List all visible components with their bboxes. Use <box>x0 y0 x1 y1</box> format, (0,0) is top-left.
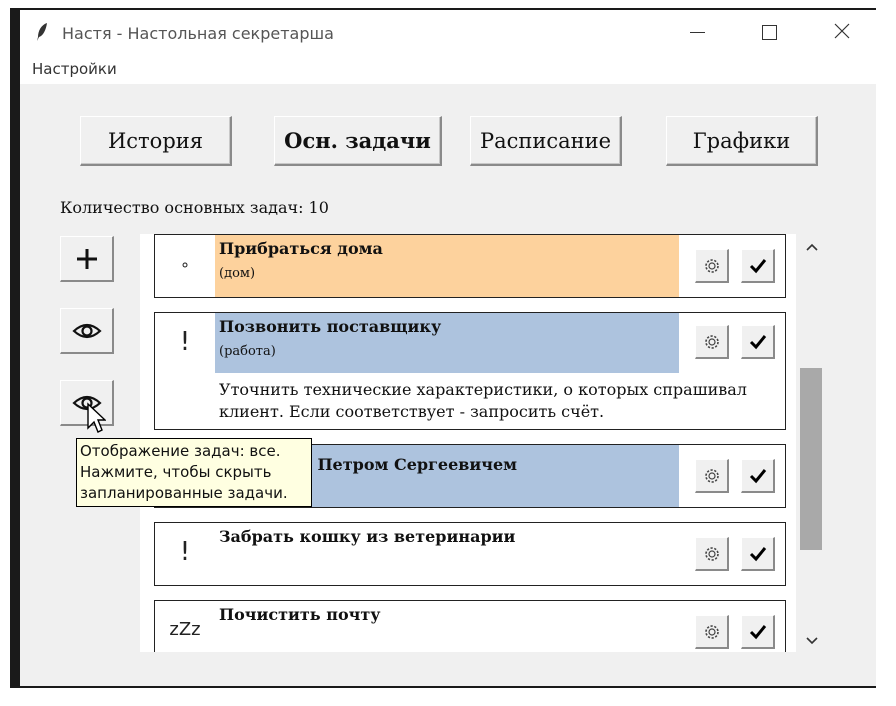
task-title: Прибраться дома <box>219 239 383 258</box>
app-window: Настя - Настольная секретарша Настройки … <box>20 10 876 686</box>
checkmark-icon <box>749 334 766 349</box>
task-settings-button[interactable] <box>695 325 729 359</box>
task-settings-button[interactable] <box>695 537 729 571</box>
eye-icon <box>71 323 102 338</box>
task-header[interactable]: Забрать кошку из ветеринарии <box>215 523 679 585</box>
title-bar: Настя - Настольная секретарша <box>20 10 876 56</box>
gear-icon <box>704 546 719 561</box>
priority-indicator: ∘ <box>179 255 190 274</box>
minimize-button[interactable] <box>684 20 712 44</box>
add-task-button[interactable] <box>60 236 114 282</box>
mouse-cursor-icon <box>87 402 106 433</box>
checkmark-icon <box>749 546 766 561</box>
gear-icon <box>704 258 719 273</box>
chevron-up-icon <box>806 243 818 251</box>
task-settings-button[interactable] <box>695 459 729 493</box>
task-category: (работа) <box>219 344 276 359</box>
task-title: ся с Петром Сергеевичем <box>275 455 518 474</box>
task-settings-button[interactable] <box>695 249 729 283</box>
task-title: Позвонить поставщику <box>219 317 442 336</box>
checkmark-icon <box>749 258 766 273</box>
checkmark-icon <box>749 468 766 483</box>
maximize-button[interactable] <box>756 20 784 44</box>
checkmark-icon <box>749 624 766 639</box>
task-title: Забрать кошку из ветеринарии <box>219 527 516 546</box>
tab-history[interactable]: История <box>80 116 232 166</box>
task-header[interactable]: Почистить почту <box>215 601 679 652</box>
task-category: (дом) <box>219 266 256 281</box>
task-description-line: Уточнить технические характеристики, о к… <box>219 380 747 399</box>
feather-icon <box>37 23 47 41</box>
gear-icon <box>704 334 719 349</box>
tooltip: Отображение задач: все. Нажмите, чтобы с… <box>76 438 312 507</box>
task-count-label: Количество основных задач: 10 <box>60 198 329 217</box>
menu-bar: Настройки <box>20 56 876 84</box>
task-item: ! Забрать кошку из ветеринарии <box>154 522 786 586</box>
tooltip-line: Отображение задач: все. <box>80 442 281 460</box>
tooltip-line: запланированные задачи. <box>80 484 288 502</box>
tab-charts[interactable]: Графики <box>666 116 818 166</box>
task-item: ! Позвонить поставщику (работа) Уточнить… <box>154 312 786 430</box>
priority-indicator: ! <box>179 327 191 357</box>
window-title: Настя - Настольная секретарша <box>62 24 334 43</box>
close-button[interactable] <box>828 20 856 44</box>
tab-main-tasks[interactable]: Осн. задачи <box>274 116 442 166</box>
view-toggle-button[interactable] <box>60 308 114 354</box>
task-complete-button[interactable] <box>741 615 775 649</box>
task-complete-button[interactable] <box>741 249 775 283</box>
chevron-down-icon <box>806 637 818 645</box>
task-header[interactable]: Прибраться дома (дом) <box>215 235 679 297</box>
task-description-line: клиент. Если соответствует - запросить с… <box>219 402 605 421</box>
task-title: Почистить почту <box>219 605 381 624</box>
plus-icon <box>76 248 97 269</box>
tooltip-line: Нажмите, чтобы скрыть <box>80 463 272 481</box>
priority-indicator: ! <box>179 537 191 567</box>
task-description: Уточнить технические характеристики, о к… <box>219 379 785 423</box>
gear-icon <box>704 468 719 483</box>
close-icon <box>834 23 850 39</box>
tab-schedule[interactable]: Расписание <box>470 116 622 166</box>
task-header[interactable]: Позвонить поставщику (работа) <box>215 313 679 373</box>
task-settings-button[interactable] <box>695 615 729 649</box>
scroll-up-button[interactable] <box>802 238 822 258</box>
task-item: ∘ Прибраться дома (дом) <box>154 234 786 298</box>
task-complete-button[interactable] <box>741 537 775 571</box>
priority-indicator: zZz <box>169 619 201 640</box>
scrollbar-thumb[interactable] <box>800 368 822 550</box>
task-item: zZz Почистить почту <box>154 600 786 652</box>
gear-icon <box>704 624 719 639</box>
scroll-down-button[interactable] <box>802 630 822 650</box>
menu-settings[interactable]: Настройки <box>32 60 117 78</box>
task-complete-button[interactable] <box>741 325 775 359</box>
task-complete-button[interactable] <box>741 459 775 493</box>
